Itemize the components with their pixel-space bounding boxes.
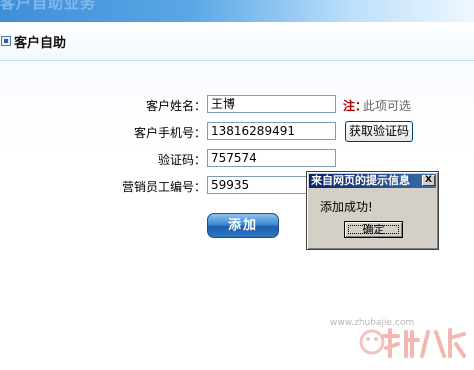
collapse-icon[interactable]: [1, 36, 11, 46]
dialog-message: 添加成功!: [320, 200, 373, 214]
banner-text: 客户自助业务: [0, 0, 97, 12]
top-banner: 客户自助业务: [0, 0, 474, 22]
get-code-button[interactable]: 获取验证码: [345, 121, 413, 142]
code-label: 验证码：: [157, 153, 206, 167]
verification-code-input[interactable]: 757574: [207, 149, 336, 167]
name-label: 客户姓名：: [145, 99, 206, 113]
dialog-titlebar[interactable]: 来自网页的提示信息 X: [309, 174, 436, 188]
phone-input[interactable]: 13816289491: [207, 122, 336, 140]
employee-id-input[interactable]: 59935: [207, 176, 307, 194]
close-icon[interactable]: X: [422, 175, 435, 186]
phone-label: 客户手机号：: [133, 126, 206, 140]
note-text: 此项可选: [363, 99, 412, 113]
zhubajie-logo-icon: [359, 328, 466, 358]
dialog-title: 来自网页的提示信息: [311, 174, 410, 187]
ok-button[interactable]: 确定: [344, 221, 403, 238]
section-title: 客户自助: [14, 36, 67, 51]
customer-name-input[interactable]: 王博: [207, 95, 336, 113]
alert-dialog: 来自网页的提示信息 X 添加成功! 确定: [306, 171, 439, 250]
section-header: 客户自助: [0, 22, 474, 61]
employee-label: 营销员工编号：: [121, 180, 206, 194]
add-button[interactable]: 添加: [207, 213, 279, 238]
